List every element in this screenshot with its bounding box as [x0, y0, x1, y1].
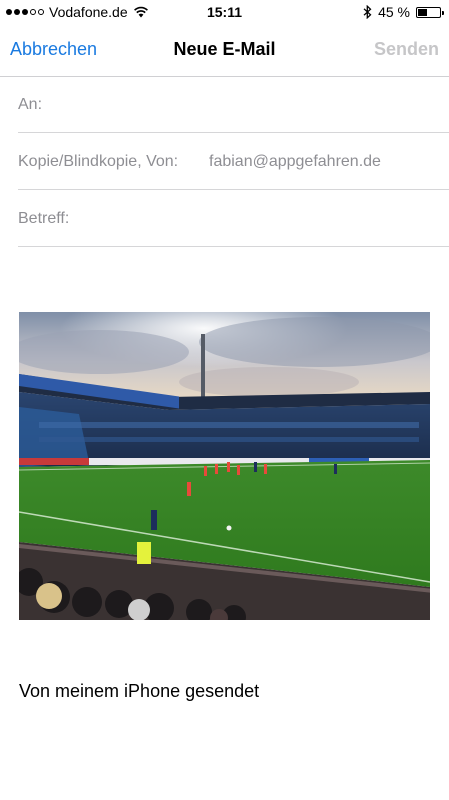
battery-percent: 45 % — [378, 4, 410, 20]
cc-bcc-from-label: Kopie/Blindkopie, Von: — [18, 153, 179, 170]
bluetooth-icon — [363, 5, 372, 19]
from-address[interactable]: fabian@appgefahren.de — [209, 153, 381, 171]
cc-bcc-from-field[interactable]: Kopie/Blindkopie, Von: fabian@appgefahre… — [18, 134, 449, 190]
battery-fill — [418, 8, 427, 16]
to-field[interactable]: An: — [18, 77, 449, 133]
to-label: An: — [18, 96, 43, 113]
compose-screen: Vodafone.de 15:11 45 % Abbrechen Neue E-… — [0, 0, 449, 800]
navigation-bar: Abbrechen Neue E-Mail Senden — [0, 26, 449, 77]
status-right: 45 % — [363, 4, 444, 20]
status-bar: Vodafone.de 15:11 45 % — [0, 0, 449, 26]
battery-icon — [416, 6, 444, 18]
attached-photo[interactable] — [19, 312, 430, 620]
subject-label: Betreff: — [18, 210, 70, 227]
stadium-photo — [19, 312, 430, 620]
subject-field[interactable]: Betreff: — [18, 191, 449, 247]
email-signature[interactable]: Von meinem iPhone gesendet — [19, 681, 259, 702]
send-button[interactable]: Senden — [374, 39, 439, 60]
battery-nub — [442, 10, 444, 15]
